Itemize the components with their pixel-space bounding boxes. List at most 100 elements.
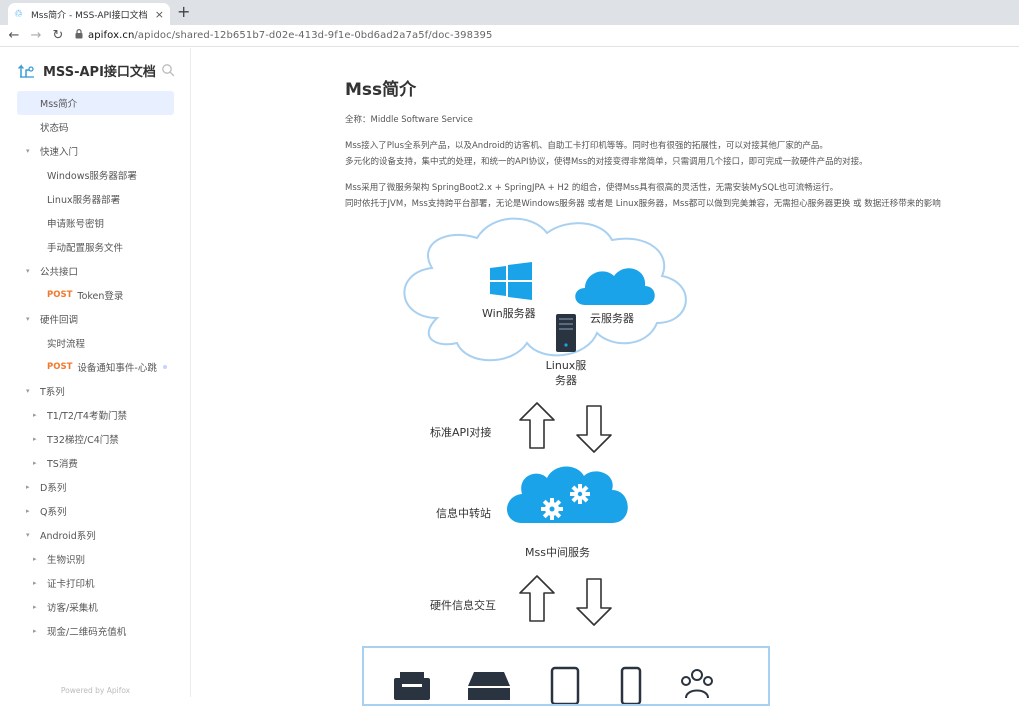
close-tab-icon[interactable]: × — [155, 8, 164, 21]
sidebar-item-label: T系列 — [40, 387, 65, 398]
sidebar-item[interactable]: POST 设备通知事件-心跳 — [0, 355, 191, 379]
mss-middleware-cloud-icon — [507, 466, 628, 523]
sidebar-item-label: 设备通知事件-心跳 — [77, 363, 157, 374]
doc-content: Mss简介 全称：Middle Software Service Mss接入了P… — [192, 48, 1019, 706]
sidebar-item-label: 现金/二维码充值机 — [47, 627, 127, 638]
sidebar-item[interactable]: 申请账号密钥 — [0, 211, 191, 235]
api-up-arrow-icon — [519, 402, 555, 449]
sidebar-item[interactable]: ▸ 现金/二维码充值机 — [0, 619, 191, 643]
sidebar-item-label: 状态码 — [40, 123, 69, 134]
sidebar-item[interactable]: ▾ 快速入门 — [0, 139, 191, 163]
sidebar-item[interactable]: ▸ 生物识别 — [0, 547, 191, 571]
sidebar-item[interactable]: 实时流程 — [0, 331, 191, 355]
doc-project-title: MSS-API接口文档 — [43, 64, 156, 80]
sidebar-item[interactable]: Windows服务器部署 — [0, 163, 191, 187]
sidebar-item-label: 申请账号密钥 — [47, 219, 105, 230]
url-domain: apifox.cn — [88, 30, 135, 41]
sidebar-item[interactable]: Linux服务器部署 — [0, 187, 191, 211]
chevron-right-icon[interactable]: ▸ — [26, 483, 30, 491]
chevron-down-icon[interactable]: ▾ — [26, 387, 30, 395]
sidebar-item-label: 公共接口 — [40, 267, 79, 278]
sidebar-item-label: Q系列 — [40, 507, 67, 518]
sidebar-item[interactable]: ▸ T32梯控/C4门禁 — [0, 427, 191, 451]
new-tab-button[interactable]: + — [177, 3, 190, 21]
sidebar: MSS-API接口文档 Mss简介状态码 ▾ 快速入门 Windows服务器部署 Lin… — [0, 48, 191, 697]
chevron-right-icon[interactable]: ▸ — [33, 579, 37, 587]
sidebar-item[interactable]: 手动配置服务文件 — [0, 235, 191, 259]
api-docking-label: 标准API对接 — [430, 426, 492, 439]
sidebar-item[interactable]: ▾ T系列 — [0, 379, 191, 403]
back-button[interactable]: ← — [3, 28, 25, 43]
sidebar-item-label: T1/T2/T4考勤门禁 — [47, 411, 127, 422]
sidebar-item-label: 实时流程 — [47, 339, 86, 350]
sidebar-item-label: 访客/采集机 — [47, 603, 98, 614]
chevron-right-icon[interactable]: ▸ — [33, 411, 37, 419]
chevron-right-icon[interactable]: ▸ — [33, 435, 37, 443]
sidebar-item-label: 证卡打印机 — [47, 579, 95, 590]
api-down-arrow-icon — [576, 405, 612, 453]
http-method-badge: POST — [47, 362, 73, 372]
sidebar-item-label: 快速入门 — [40, 147, 79, 158]
sidebar-item[interactable]: ▸ Q系列 — [0, 499, 191, 523]
url-field[interactable]: apifox.cn/apidoc/shared-12b651b7-d02e-41… — [88, 30, 493, 41]
tab-title: Mss简介 - MSS-API接口文档 — [31, 10, 148, 21]
sidebar-item[interactable]: ▾ 硬件回调 — [0, 307, 191, 331]
sidebar-item-label: 手动配置服务文件 — [47, 243, 124, 254]
sidebar-item-label: Android系列 — [40, 531, 96, 542]
mss-middleware-label: Mss中间服务 — [525, 546, 590, 559]
architecture-diagram — [403, 217, 687, 626]
chevron-right-icon[interactable]: ▸ — [33, 627, 37, 635]
browser-tab[interactable]: ♲ Mss简介 - MSS-API接口文档 × — [8, 3, 170, 25]
browser-tab-strip: ♲ Mss简介 - MSS-API接口文档 × + — [0, 0, 1019, 25]
visitor-group-icon — [681, 669, 713, 699]
sidebar-item[interactable]: ▸ 访客/采集机 — [0, 595, 191, 619]
chevron-down-icon[interactable]: ▾ — [26, 267, 30, 275]
powered-by: Powered by Apifox — [60, 686, 131, 695]
chevron-right-icon[interactable]: ▸ — [33, 459, 37, 467]
sidebar-item-label: 硬件回调 — [40, 315, 79, 326]
sidebar-item-label: Mss简介 — [40, 99, 78, 110]
sidebar-brand[interactable]: MSS-API接口文档 — [17, 60, 156, 80]
forward-button[interactable]: → — [25, 28, 47, 43]
sidebar-item[interactable]: ▸ D系列 — [0, 475, 191, 499]
sidebar-item-label: TS消费 — [47, 459, 78, 470]
chevron-down-icon[interactable]: ▾ — [26, 315, 30, 323]
sidebar-item-label: D系列 — [40, 483, 67, 494]
chevron-right-icon[interactable]: ▸ — [26, 507, 30, 515]
hardware-interaction-label: 硬件信息交互 — [430, 599, 496, 612]
lock-icon[interactable] — [75, 29, 83, 42]
sidebar-item[interactable]: ▾ 公共接口 — [0, 259, 191, 283]
win-server-label: Win服务器 — [482, 307, 536, 320]
chevron-down-icon[interactable]: ▾ — [26, 147, 30, 155]
sidebar-item-label: Linux服务器部署 — [47, 195, 121, 206]
cloud-server-label: 云服务器 — [590, 312, 634, 325]
apifox-favicon-icon: ♲ — [14, 8, 23, 20]
search-icon[interactable] — [161, 63, 175, 77]
status-dot-icon — [162, 365, 167, 369]
url-path: /apidoc/shared-12b651b7-d02e-413d-9f1e-0… — [134, 30, 493, 41]
sidebar-item-label: Windows服务器部署 — [47, 171, 137, 182]
sidebar-item[interactable]: POST Token登录 — [0, 283, 191, 307]
http-method-badge: POST — [47, 290, 73, 300]
apifox-logo-icon — [18, 64, 34, 78]
sidebar-item-label: T32梯控/C4门禁 — [47, 435, 119, 446]
chevron-right-icon[interactable]: ▸ — [33, 555, 37, 563]
sidebar-item[interactable]: ▸ TS消费 — [0, 451, 191, 475]
sidebar-item[interactable]: ▸ 证卡打印机 — [0, 571, 191, 595]
sidebar-item[interactable]: ▾ Android系列 — [0, 523, 191, 547]
printer-icon — [394, 672, 430, 700]
sidebar-nav: Mss简介状态码 ▾ 快速入门 Windows服务器部署 Linux服务器部署 申请账号密… — [0, 91, 191, 643]
linux-server-label-line-1: Linux服 — [545, 359, 587, 372]
sidebar-item[interactable]: ▸ T1/T2/T4考勤门禁 — [0, 403, 191, 427]
sidebar-item[interactable]: Mss简介 — [17, 91, 174, 115]
hardware-devices-box — [362, 646, 770, 706]
chevron-down-icon[interactable]: ▾ — [26, 531, 30, 539]
tablet-icon — [550, 666, 580, 706]
chevron-right-icon[interactable]: ▸ — [33, 603, 37, 611]
scanner-icon — [468, 672, 510, 700]
hardware-down-arrow-icon — [576, 578, 612, 626]
reload-button[interactable]: ↻ — [47, 28, 69, 43]
hardware-up-arrow-icon — [519, 575, 555, 622]
sidebar-item[interactable]: 状态码 — [0, 115, 191, 139]
sidebar-item-label: 生物识别 — [47, 555, 86, 566]
